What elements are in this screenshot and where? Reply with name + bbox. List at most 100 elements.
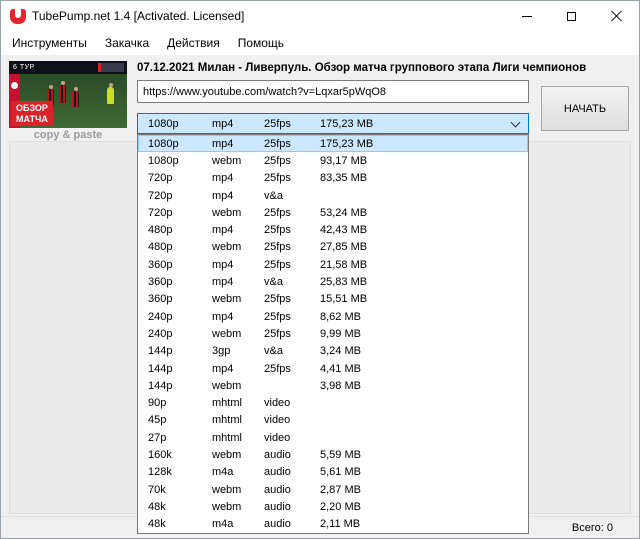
format-option-size: 175,23 MB	[320, 138, 373, 150]
thumbnail-scoreboard	[98, 63, 124, 72]
format-option-container: webm	[212, 501, 241, 513]
format-option-size: 83,35 MB	[320, 172, 367, 184]
format-option[interactable]: 144pmp425fps4,41 MB	[138, 360, 528, 377]
format-option[interactable]: 1080pwebm25fps93,17 MB	[138, 152, 528, 169]
format-option-size: 27,85 MB	[320, 241, 367, 253]
format-option[interactable]: 27pmhtmlvideo	[138, 429, 528, 446]
format-option-fps: video	[264, 397, 290, 409]
menu-help[interactable]: Помощь	[229, 33, 293, 53]
menubar: Инструменты Закачка Действия Помощь	[1, 31, 639, 55]
format-option[interactable]: 144pwebm3,98 MB	[138, 377, 528, 394]
close-button[interactable]	[594, 1, 639, 31]
format-option-container: mhtml	[212, 414, 242, 426]
format-option-size: 2,20 MB	[320, 501, 361, 513]
format-option-container: webm	[212, 241, 241, 253]
window-controls	[504, 1, 639, 31]
format-option-quality: 144p	[148, 380, 172, 392]
format-option[interactable]: 70kwebmaudio2,87 MB	[138, 481, 528, 498]
format-option-size: 8,62 MB	[320, 311, 361, 323]
thumbnail-referee-figure	[107, 87, 114, 104]
minimize-button[interactable]	[504, 1, 549, 31]
format-option-quality: 90p	[148, 397, 166, 409]
selected-format-size: 175,23 MB	[320, 118, 373, 130]
format-option-quality: 128k	[148, 466, 172, 478]
format-option[interactable]: 128km4aaudio5,61 MB	[138, 464, 528, 481]
menu-download[interactable]: Закачка	[96, 33, 158, 53]
selected-format-container: mp4	[212, 118, 233, 130]
format-option-fps: 25fps	[264, 138, 291, 150]
format-option-size: 15,51 MB	[320, 293, 367, 305]
format-option-quality: 720p	[148, 190, 172, 202]
menu-tools[interactable]: Инструменты	[3, 33, 96, 53]
format-option[interactable]: 360pwebm25fps15,51 MB	[138, 291, 528, 308]
format-option-container: mp4	[212, 311, 233, 323]
format-option-size: 53,24 MB	[320, 207, 367, 219]
format-option-size: 3,98 MB	[320, 380, 361, 392]
format-option-size: 42,43 MB	[320, 224, 367, 236]
format-combobox[interactable]: 1080p mp4 25fps 175,23 MB	[137, 113, 529, 134]
selected-format-fps: 25fps	[264, 118, 291, 130]
format-option[interactable]: 360pmp425fps21,58 MB	[138, 256, 528, 273]
format-option[interactable]: 240pwebm25fps9,99 MB	[138, 325, 528, 342]
format-option-fps: v&a	[264, 276, 283, 288]
format-option-container: webm	[212, 484, 241, 496]
format-option-container: mhtml	[212, 432, 242, 444]
format-option[interactable]: 720pmp425fps83,35 MB	[138, 170, 528, 187]
format-option-quality: 720p	[148, 207, 172, 219]
format-option[interactable]: 360p mp4 v&a 25,83 MB	[138, 273, 528, 290]
thumbnail-top-bar: 6 ТУР	[9, 61, 127, 74]
format-option-quality: 144p	[148, 345, 172, 357]
format-option-container: webm	[212, 449, 241, 461]
format-option-fps: 25fps	[264, 293, 291, 305]
format-option-size: 21,58 MB	[320, 259, 367, 271]
format-option-quality: 48k	[148, 518, 166, 530]
format-option-size: 9,99 MB	[320, 328, 361, 340]
format-option[interactable]: 720pwebm25fps53,24 MB	[138, 204, 528, 221]
format-option-container: mp4	[212, 276, 233, 288]
format-dropdown-list[interactable]: 1080p mp4 25fps 175,23 MB 1080pwebm25fps93,1…	[137, 134, 529, 534]
format-option-quality: 360p	[148, 276, 172, 288]
minimize-icon	[522, 16, 532, 17]
format-option-fps: audio	[264, 484, 291, 496]
format-option[interactable]: 1080p mp4 25fps 175,23 MB	[138, 135, 528, 152]
format-option-size: 25,83 MB	[320, 276, 367, 288]
format-option-container: mp4	[212, 138, 233, 150]
titlebar: TubePump.net 1.4 [Activated. Licensed]	[1, 1, 639, 31]
format-option-quality: 1080p	[148, 155, 179, 167]
format-option-quality: 1080p	[148, 138, 179, 150]
format-option[interactable]: 90pmhtmlvideo	[138, 394, 528, 411]
format-option[interactable]: 480pmp425fps42,43 MB	[138, 221, 528, 238]
thumbnail-overlay-line1: ОБЗОР	[16, 103, 48, 113]
format-option[interactable]: 720pmp4v&a	[138, 187, 528, 204]
format-option-container: webm	[212, 328, 241, 340]
format-option[interactable]: 240pmp425fps8,62 MB	[138, 308, 528, 325]
format-option-container: mp4	[212, 172, 233, 184]
thumbnail-round-badge: 6 ТУР	[13, 64, 35, 71]
url-input[interactable]	[137, 80, 529, 103]
format-option[interactable]: 480pwebm25fps27,85 MB	[138, 239, 528, 256]
thumbnail-overlay-line2: МАТЧА	[16, 114, 48, 124]
format-option-quality: 240p	[148, 328, 172, 340]
menu-actions[interactable]: Действия	[158, 33, 229, 53]
window-title: TubePump.net 1.4 [Activated. Licensed]	[32, 9, 244, 23]
format-option-container: webm	[212, 293, 241, 305]
format-option[interactable]: 144p3gpv&a3,24 MB	[138, 343, 528, 360]
start-button[interactable]: НАЧАТЬ	[541, 86, 629, 131]
format-option-quality: 160k	[148, 449, 172, 461]
video-thumbnail[interactable]: 6 ТУР ОБЗОР МАТЧА	[9, 61, 127, 128]
format-option-quality: 70k	[148, 484, 166, 496]
format-option-container: webm	[212, 207, 241, 219]
format-option[interactable]: 45pmhtmlvideo	[138, 412, 528, 429]
format-option-container: m4a	[212, 518, 233, 530]
app-logo-icon	[10, 9, 26, 24]
chevron-down-icon	[511, 118, 521, 128]
format-option[interactable]: 48km4aaudio2,11 MB	[138, 516, 528, 533]
format-option-container: 3gp	[212, 345, 230, 357]
format-option-fps: 25fps	[264, 172, 291, 184]
format-option[interactable]: 160kwebmaudio5,59 MB	[138, 446, 528, 463]
format-option-quality: 48k	[148, 501, 166, 513]
format-option-container: mp4	[212, 259, 233, 271]
format-option-quality: 360p	[148, 259, 172, 271]
format-option[interactable]: 48kwebmaudio2,20 MB	[138, 498, 528, 515]
maximize-button[interactable]	[549, 1, 594, 31]
